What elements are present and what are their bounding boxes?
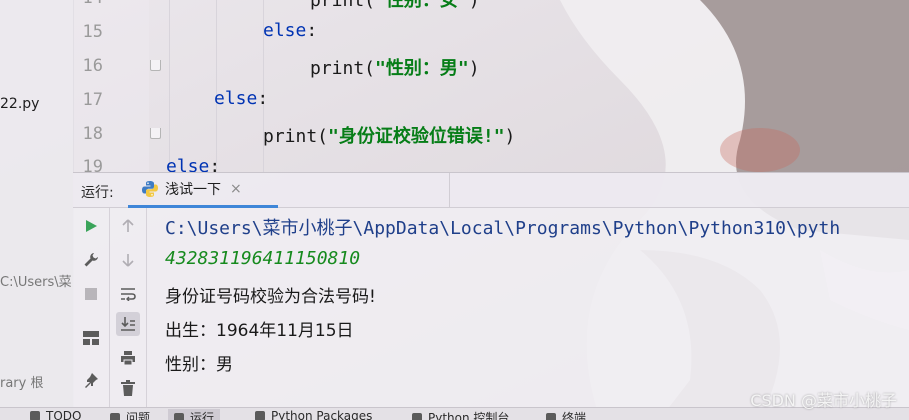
layout-icon <box>83 331 99 345</box>
fold-marker-icon[interactable] <box>150 128 161 139</box>
code-line-15[interactable]: else: <box>263 20 317 41</box>
clear-all-button[interactable] <box>116 376 140 400</box>
soft-wrap-button[interactable] <box>116 282 140 306</box>
edit-config-button[interactable] <box>79 248 103 272</box>
trash-icon <box>121 380 135 396</box>
print-button[interactable] <box>116 346 140 370</box>
console-birth-line: 出生：1964年11月15日 <box>165 316 354 341</box>
project-panel: 22.py C:\Users\菜 rary 根 <box>0 0 74 419</box>
line-number: 14 <box>73 0 103 8</box>
project-path-item[interactable]: C:\Users\菜 <box>0 271 72 290</box>
run-window-header: 运行: 浅试一下 × <box>73 173 909 208</box>
previous-occurrence-button[interactable] <box>116 214 140 238</box>
console-gender-line: 性别：男 <box>165 350 233 375</box>
project-file-item[interactable]: 22.py <box>0 96 39 112</box>
problems-tab[interactable]: 问题 <box>110 409 150 420</box>
code-line-16[interactable]: print("性别：男") <box>310 54 480 80</box>
scroll-to-end-button[interactable] <box>116 312 140 336</box>
console-user-input: 432831196411150810 <box>165 248 360 269</box>
next-occurrence-button[interactable] <box>116 248 140 272</box>
print-icon <box>120 350 136 366</box>
close-icon[interactable]: × <box>230 181 242 197</box>
console-result-line: 身份证号码校验为合法号码! <box>165 282 376 307</box>
indent-guide <box>169 0 170 172</box>
code-line-18[interactable]: print("身份证校验位错误!") <box>263 122 515 148</box>
python-icon <box>141 180 159 198</box>
down-arrow-icon <box>121 253 135 267</box>
python-packages-tab[interactable]: Python Packages <box>255 409 372 420</box>
python-console-tab[interactable]: Python 控制台 <box>412 409 509 420</box>
code-editor[interactable]: 14 print("性别：女") 15 else: 16 print("性别：男… <box>73 0 909 172</box>
up-arrow-icon <box>121 219 135 233</box>
line-number: 18 <box>73 124 103 144</box>
stop-icon <box>85 288 97 300</box>
indent-guide <box>216 0 217 172</box>
watermark: CSDN @菜市小桃子 <box>750 387 897 411</box>
todo-tab[interactable]: TODO <box>30 409 81 420</box>
line-number: 16 <box>73 56 103 76</box>
line-number: 17 <box>73 90 103 110</box>
line-number: 19 <box>73 157 103 172</box>
line-number: 15 <box>73 22 103 42</box>
run-tab[interactable]: 运行 <box>168 409 220 420</box>
layout-button[interactable] <box>79 326 103 350</box>
run-tab-label: 浅试一下 <box>165 179 221 199</box>
wrench-icon <box>83 252 99 268</box>
soft-wrap-icon <box>120 287 136 301</box>
fold-marker-icon[interactable] <box>150 60 161 71</box>
pin-tab-button[interactable] <box>79 368 103 392</box>
run-config-tab[interactable]: 浅试一下 × <box>128 173 278 208</box>
run-tool-window: 运行: 浅试一下 × <box>73 172 909 420</box>
code-line-17[interactable]: else: <box>214 88 268 109</box>
run-toolbar-primary <box>73 208 110 420</box>
run-icon <box>84 219 98 233</box>
run-window-label: 运行: <box>81 182 114 202</box>
scroll-to-end-icon <box>120 316 136 332</box>
rerun-button[interactable] <box>79 214 103 238</box>
external-library-item[interactable]: rary 根 <box>0 372 43 391</box>
code-line-14[interactable]: print("性别：女") <box>310 0 480 12</box>
code-line-19[interactable]: else: <box>166 156 220 172</box>
pin-icon <box>83 372 99 388</box>
terminal-tab[interactable]: 终端 <box>546 409 586 420</box>
run-toolbar-secondary <box>110 208 147 420</box>
console-interpreter-path: C:\Users\菜市小桃子\AppData\Local\Programs\Py… <box>165 214 840 240</box>
stop-button[interactable] <box>79 282 103 306</box>
header-divider <box>449 173 450 207</box>
